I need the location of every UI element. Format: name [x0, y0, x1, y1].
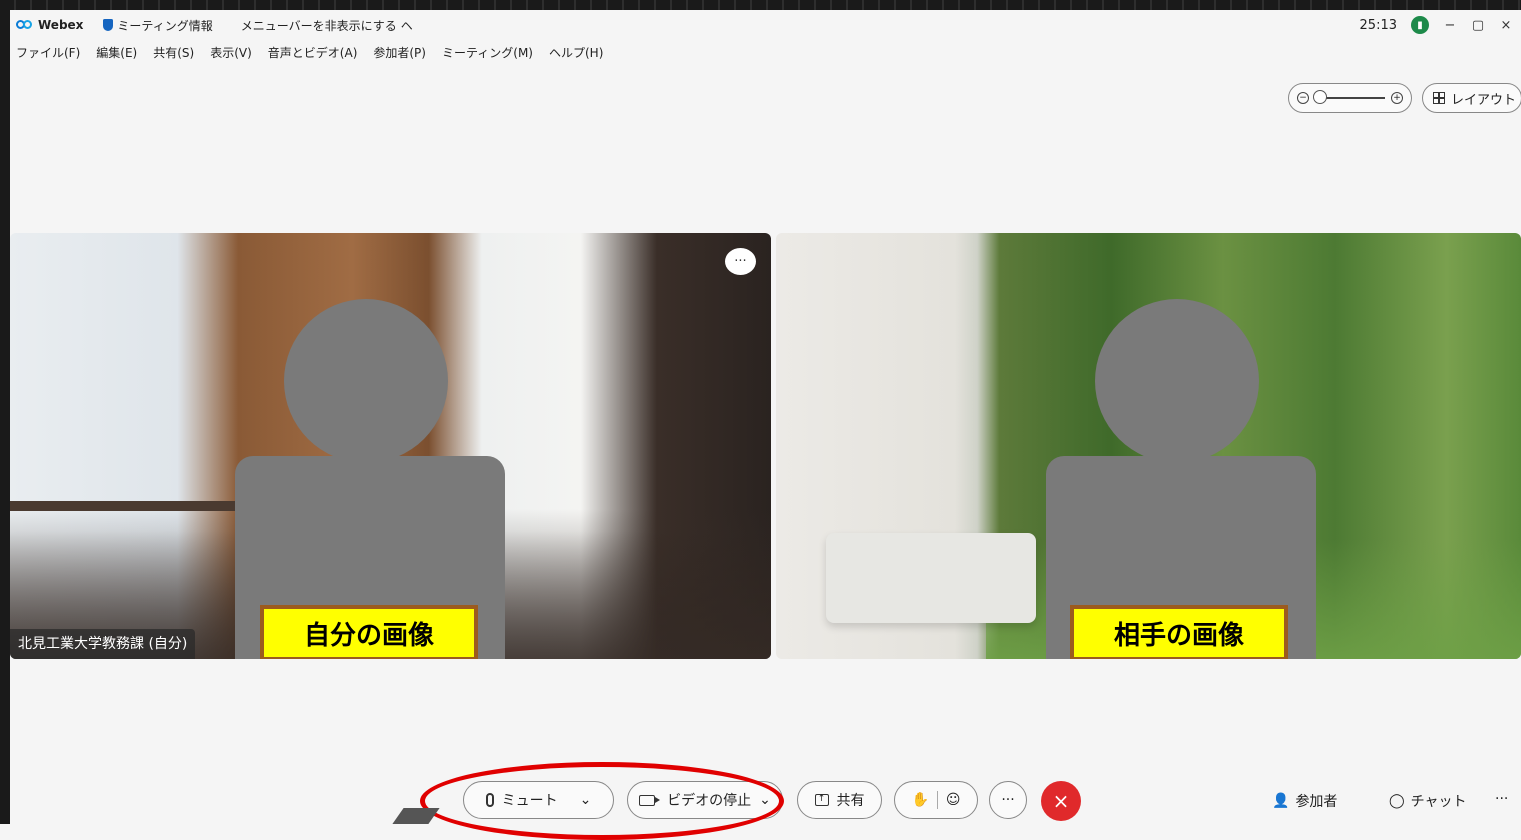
zoom-slider-control: − + — [1288, 83, 1412, 113]
zoom-in-icon[interactable]: + — [1391, 92, 1403, 104]
menu-file[interactable]: ファイル(F) — [16, 44, 80, 61]
screen-frame-left — [0, 0, 10, 824]
stop-video-label: ビデオの停止 — [667, 793, 752, 809]
chevron-up-icon: ヘ — [400, 18, 413, 33]
menu-meeting[interactable]: ミーティング(M) — [442, 44, 533, 61]
chat-button[interactable]: ◯ チャット — [1389, 791, 1467, 811]
share-icon: ↑ — [814, 794, 829, 806]
emoji-reaction-icon[interactable]: ☺ — [946, 792, 961, 808]
menu-share[interactable]: 共有(S) — [153, 44, 194, 61]
self-name-label: 北見工業大学教務課 (自分) — [10, 629, 196, 659]
webex-logo: Webex — [16, 18, 83, 32]
divider — [936, 791, 938, 809]
shield-icon — [103, 19, 114, 31]
share-button[interactable]: ↑ 共有 — [797, 781, 882, 819]
webex-logo-icon — [16, 19, 34, 31]
menu-audio-video[interactable]: 音声とビデオ(A) — [268, 44, 358, 61]
meeting-info-button[interactable]: ミーティング情報 — [103, 17, 213, 34]
minimize-button[interactable]: − — [1443, 18, 1457, 33]
tile-more-options-button[interactable]: ··· — [725, 248, 756, 275]
reactions-group: ✋ ☺ — [894, 781, 978, 819]
more-options-button[interactable]: ··· — [989, 781, 1027, 819]
layout-label: レイアウト — [1451, 92, 1517, 108]
menu-view[interactable]: 表示(V) — [210, 44, 252, 61]
stop-video-button[interactable]: ビデオの停止 ⌄ — [627, 781, 783, 819]
chat-label: チャット — [1410, 794, 1467, 810]
right-more-button[interactable]: ··· — [1495, 791, 1508, 807]
chat-bubble-icon: ◯ — [1389, 793, 1405, 809]
zoom-slider-track[interactable] — [1313, 90, 1385, 104]
screen-frame-top — [0, 0, 1521, 10]
participants-icon: 👤 — [1272, 793, 1290, 809]
title-bar: Webex ミーティング情報 メニューバーを非表示にする ヘ 25:13 ▮ −… — [10, 10, 1521, 40]
mute-label: ミュート — [501, 793, 558, 809]
chevron-down-icon[interactable]: ⌄ — [580, 792, 592, 808]
self-video-tile[interactable]: ··· 北見工業大学教務課 (自分) 自分の画像 — [10, 233, 771, 659]
menu-help[interactable]: ヘルプ(H) — [549, 44, 603, 61]
close-window-button[interactable]: × — [1499, 18, 1513, 33]
hide-menu-bar-button[interactable]: メニューバーを非表示にする ヘ — [241, 17, 413, 34]
self-image-callout: 自分の画像 — [260, 605, 478, 659]
avatar-head-silhouette — [284, 299, 448, 463]
restore-button[interactable]: ▢ — [1471, 18, 1485, 33]
zoom-slider-thumb[interactable] — [1313, 90, 1327, 104]
share-label: 共有 — [836, 793, 865, 809]
participants-label: 参加者 — [1295, 794, 1338, 810]
app-name: Webex — [38, 18, 84, 32]
camera-icon — [639, 794, 661, 806]
peer-video-tile[interactable]: 相手の画像 — [776, 233, 1521, 659]
grid-layout-icon — [1433, 92, 1445, 104]
network-status-icon[interactable]: ▮ — [1411, 16, 1429, 34]
sofa-background — [826, 533, 1036, 623]
meeting-info-label: ミーティング情報 — [117, 18, 213, 33]
menu-participants[interactable]: 参加者(P) — [373, 44, 426, 61]
menu-bar: ファイル(F) 編集(E) 共有(S) 表示(V) 音声とビデオ(A) 参加者(… — [16, 44, 603, 61]
leave-meeting-button[interactable]: × — [1041, 781, 1081, 821]
zoom-out-icon[interactable]: − — [1297, 92, 1309, 104]
chevron-down-icon[interactable]: ⌄ — [759, 792, 771, 808]
microphone-icon — [485, 793, 494, 807]
mute-button[interactable]: ミュート ⌄ — [463, 781, 614, 819]
annotation-arrow — [392, 808, 440, 824]
office-table — [10, 501, 250, 511]
menu-edit[interactable]: 編集(E) — [96, 44, 137, 61]
avatar-head-silhouette — [1095, 299, 1259, 463]
participants-button[interactable]: 👤 参加者 — [1272, 791, 1337, 811]
meeting-timer: 25:13 — [1359, 17, 1397, 33]
layout-button[interactable]: レイアウト — [1422, 83, 1521, 113]
raise-hand-icon[interactable]: ✋ — [911, 792, 928, 808]
peer-image-callout: 相手の画像 — [1070, 605, 1288, 659]
hide-menu-label: メニューバーを非表示にする — [240, 18, 397, 33]
